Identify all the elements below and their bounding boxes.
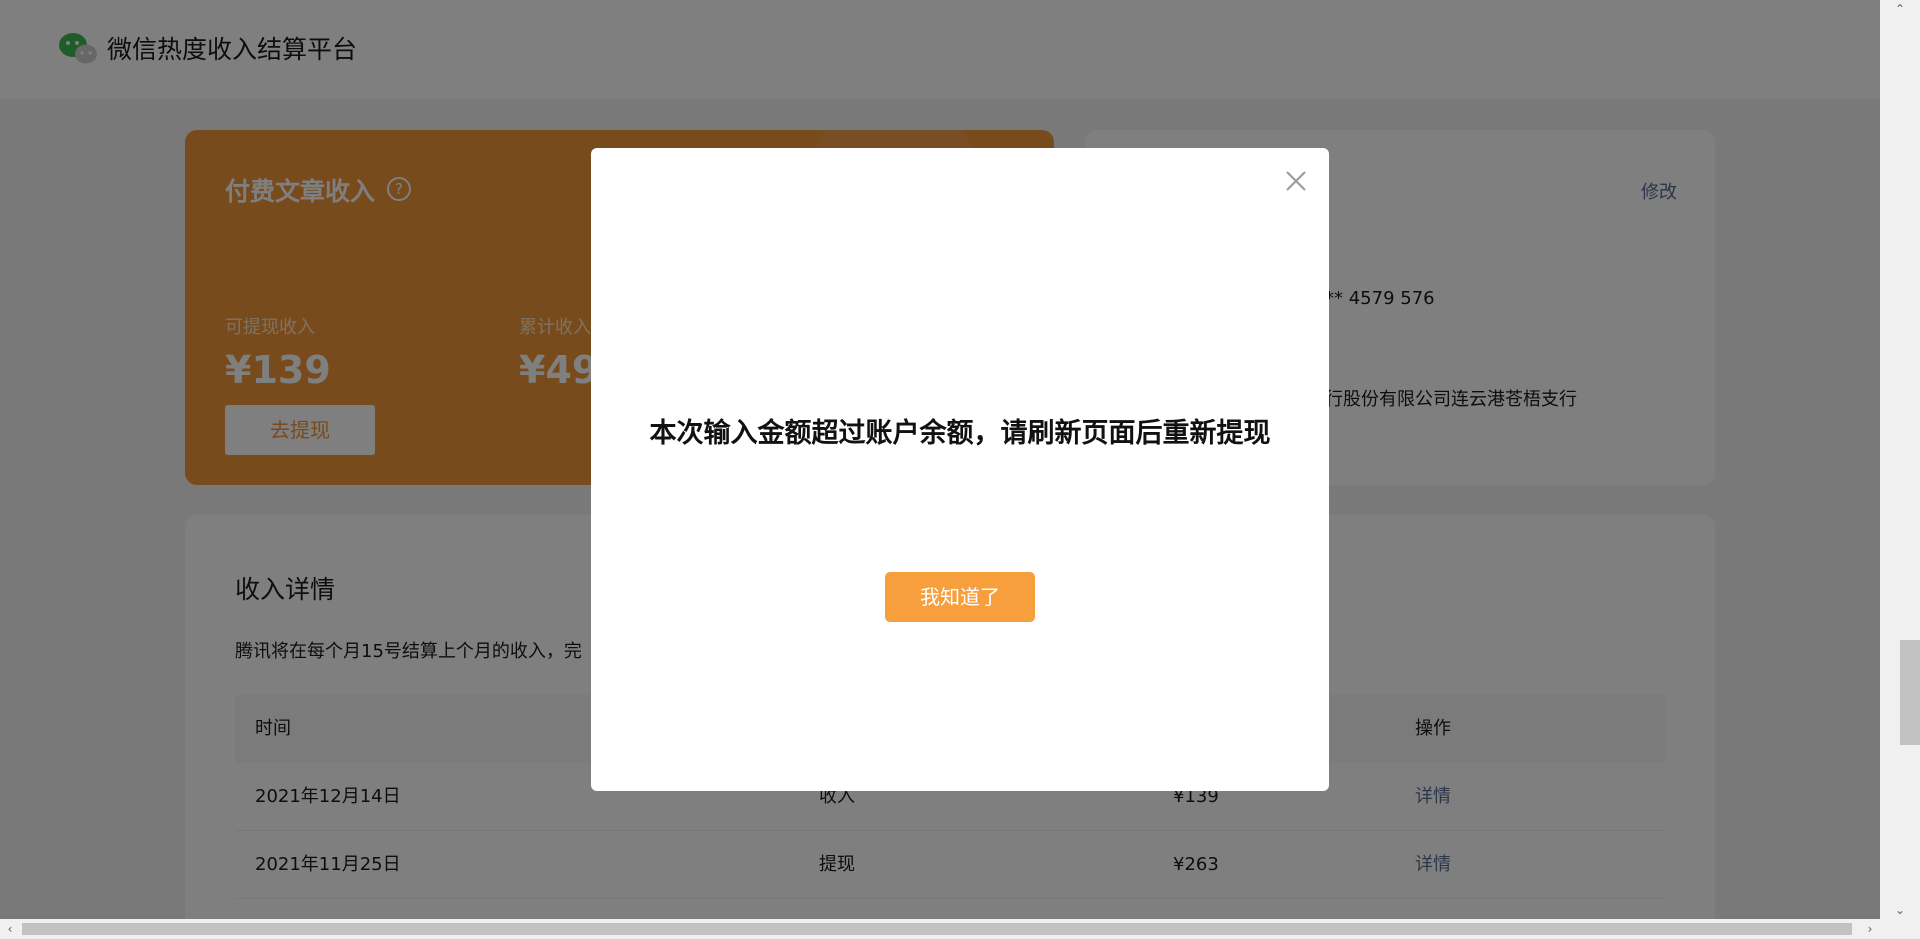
alert-modal: 本次输入金额超过账户余额，请刷新页面后重新提现 我知道了 <box>591 148 1329 791</box>
horizontal-scrollbar[interactable]: ‹ › <box>0 919 1880 939</box>
confirm-button[interactable]: 我知道了 <box>885 572 1035 622</box>
scrollbar-corner <box>1880 919 1920 939</box>
modal-message: 本次输入金额超过账户余额，请刷新页面后重新提现 <box>649 418 1271 449</box>
scroll-left-icon[interactable]: ‹ <box>0 919 20 939</box>
scroll-right-icon[interactable]: › <box>1860 919 1880 939</box>
scroll-up-icon[interactable]: ⌃ <box>1880 0 1920 18</box>
close-icon[interactable] <box>1281 166 1311 196</box>
vertical-scroll-thumb[interactable] <box>1900 640 1920 745</box>
scroll-down-icon[interactable]: ⌄ <box>1880 901 1920 919</box>
horizontal-scroll-thumb[interactable] <box>22 923 1852 935</box>
vertical-scrollbar[interactable]: ⌃ ⌄ <box>1880 0 1920 919</box>
